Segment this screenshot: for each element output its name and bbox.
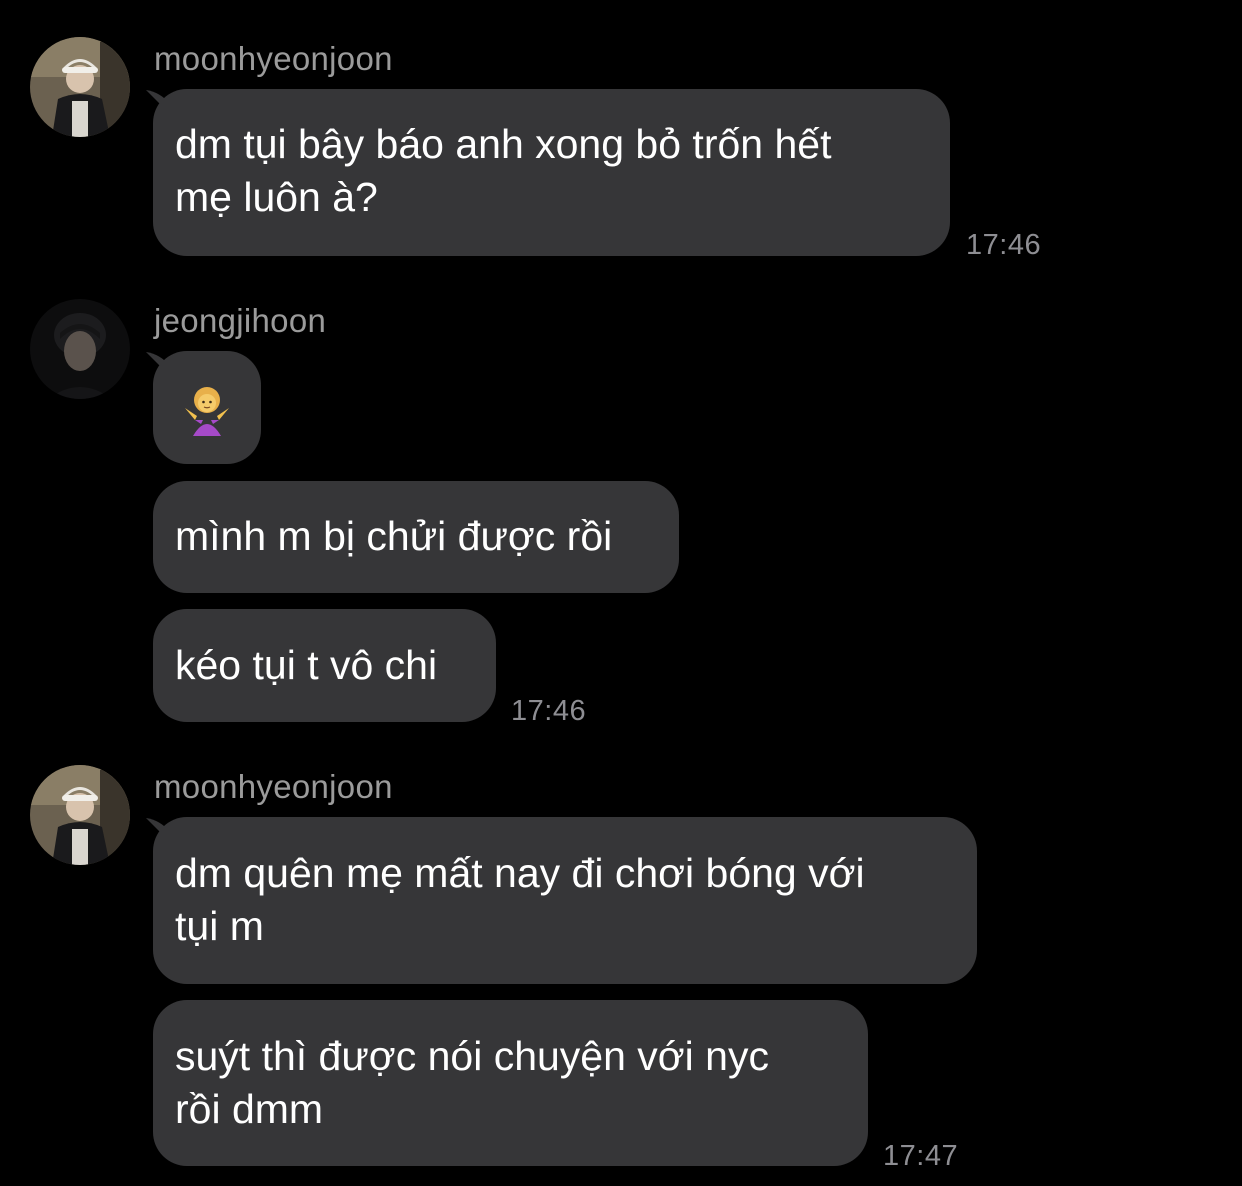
sender-username: jeongjihoon	[154, 302, 327, 339]
message-bubble[interactable]: mình m bị chửi được rồi	[153, 481, 679, 593]
message-bubble[interactable]: suýt thì được nói chuyện với nyc rồi dmm	[153, 1000, 868, 1166]
message-text-line: rồi dmm	[175, 1086, 324, 1132]
sender-username: moonhyeonjoon	[154, 40, 393, 77]
avatar-moonhyeonjoon[interactable]	[30, 765, 130, 865]
avatar-jeongjihoon[interactable]	[30, 299, 130, 399]
message-text-line: tụi m	[175, 903, 264, 949]
message-timestamp: 17:47	[883, 1140, 959, 1172]
message-bubble-emoji[interactable]	[153, 351, 261, 464]
message-bubble[interactable]: dm tụi bây báo anh xong bỏ trốn hết mẹ l…	[153, 89, 950, 256]
message-timestamp: 17:46	[966, 229, 1042, 261]
avatar-moonhyeonjoon[interactable]	[30, 37, 130, 137]
message-text-line: kéo tụi t vô chi	[175, 642, 438, 688]
message-text-line: mẹ luôn à?	[175, 174, 378, 220]
message-timestamp: 17:46	[511, 695, 587, 727]
message-bubble[interactable]: kéo tụi t vô chi	[153, 609, 496, 722]
message-text-line: dm tụi bây báo anh xong bỏ trốn hết	[175, 121, 832, 167]
woman-shrugging-emoji	[185, 387, 229, 436]
message-text-line: suýt thì được nói chuyện với nyc	[175, 1033, 769, 1079]
message-text-line: mình m bị chửi được rồi	[175, 513, 613, 559]
sender-username: moonhyeonjoon	[154, 768, 393, 805]
message-text-line: dm quên mẹ mất nay đi chơi bóng với	[175, 850, 865, 896]
message-bubble[interactable]: dm quên mẹ mất nay đi chơi bóng với tụi …	[153, 817, 977, 984]
